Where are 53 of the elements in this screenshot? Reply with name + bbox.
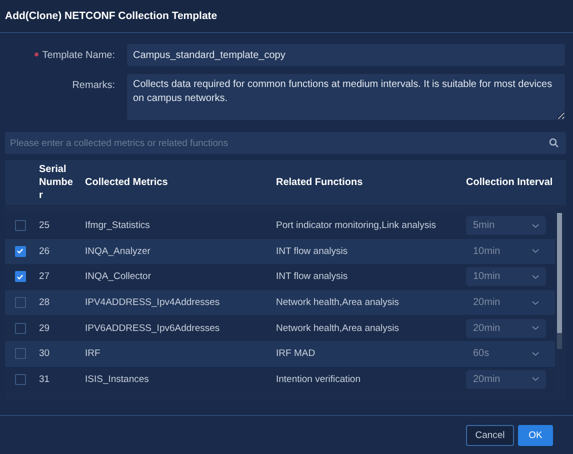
field-label: Template Name: (42, 50, 115, 61)
caret-icon (532, 274, 539, 279)
checkbox[interactable] (14, 322, 26, 334)
caret-icon (532, 377, 539, 382)
table-cell-text: IPV6ADDRESS_Ipv6Addresses (85, 322, 221, 334)
table-cell-text: INT flow analysis (276, 246, 349, 257)
caret-icon (532, 224, 539, 228)
caret-icon (532, 352, 539, 356)
table-cell-text: ISIS_Instances (85, 374, 150, 385)
remarks-field[interactable]: Collects data required for common functions at medium intervals. It is suitable for most devices on campus networks. (127, 74, 565, 120)
search-icon[interactable] (549, 138, 559, 148)
interval-dropdown[interactable]: 10min (466, 267, 546, 286)
table-cell-text: 25 (38, 220, 51, 232)
table-cell-text: 31 (38, 374, 51, 385)
cancel-button[interactable]: Cancel (466, 424, 514, 446)
table-cell-text: IPV4ADDRESS_Ipv4Addresses (85, 297, 221, 308)
checkbox[interactable] (14, 348, 26, 360)
table-cell-text: INQA_Collector (85, 271, 152, 282)
table-cell-text: 26 (38, 246, 51, 257)
caret-icon (532, 300, 539, 305)
table-cell-text: IRF (85, 348, 102, 360)
checkbox[interactable] (14, 297, 26, 308)
checkbox[interactable] (14, 374, 26, 385)
table-cell-text: Port indicator monitoring,Link analysis (276, 220, 437, 232)
column-header: Collection Interval (466, 177, 554, 188)
table-cell-text: Network health,Area analysis (276, 322, 400, 334)
table-cell-text: Ifmgr_Statistics (85, 220, 151, 232)
template-name-field[interactable]: Campus_standard_template_copy (127, 44, 565, 66)
search-field[interactable]: Please enter a collected metrics or related functions (5, 132, 566, 154)
caret-icon (532, 326, 539, 330)
column-header: Related Functions (276, 177, 364, 188)
checkbox[interactable] (14, 271, 26, 282)
dialog-title: Add(Clone) NETCONF Collection Template (5, 10, 218, 22)
interval-dropdown[interactable]: 5min (466, 216, 546, 236)
field-label: Remarks: (72, 80, 115, 91)
table-cell-text: INT flow analysis (276, 271, 349, 282)
ok-button[interactable]: OK (518, 424, 553, 446)
table-cell-text: Network health,Area analysis (276, 297, 400, 308)
table-cell-text: 28 (38, 297, 51, 308)
column-header: Collected Metrics (84, 177, 169, 188)
table-cell-text: Intention verification (276, 374, 362, 385)
table-cell-text: 29 (38, 322, 51, 334)
scrollbar[interactable] (557, 213, 562, 349)
column-header: Serial Number (38, 163, 74, 202)
checkbox[interactable] (14, 246, 26, 257)
caret-icon (532, 249, 539, 254)
table-cell-text: 27 (38, 271, 51, 282)
checkbox[interactable] (14, 220, 26, 232)
table-cell-text: 30 (38, 348, 51, 360)
interval-dropdown[interactable]: 20min (466, 370, 546, 389)
interval-dropdown[interactable]: 20min (466, 318, 546, 338)
table-cell-text: IRF MAD (276, 348, 316, 360)
table-cell-text: INQA_Analyzer (85, 246, 152, 257)
